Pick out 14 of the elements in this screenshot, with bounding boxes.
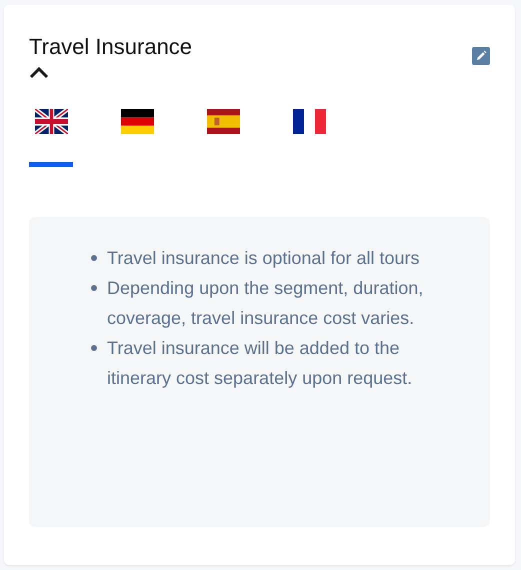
flag-icon xyxy=(120,109,154,134)
note-text: Depending upon the segment, duration, coverage, travel insurance cost varies. xyxy=(107,277,424,330)
note-text: Travel insurance will be added to the itinerary cost separately upon request. xyxy=(107,337,414,390)
bullet-icon xyxy=(91,285,97,291)
flag-icon xyxy=(206,109,240,134)
flag-icon xyxy=(292,109,326,134)
chevron-icon[interactable] xyxy=(29,67,49,79)
edit-icon[interactable] xyxy=(472,47,490,65)
note-text: Travel insurance is optional for all tours xyxy=(107,247,420,270)
flag-icon xyxy=(34,109,68,134)
bullet-icon xyxy=(91,345,97,351)
language-tab[interactable] xyxy=(29,109,73,167)
bullet-icon xyxy=(91,255,97,261)
card-title: Travel Insurance xyxy=(29,33,192,61)
